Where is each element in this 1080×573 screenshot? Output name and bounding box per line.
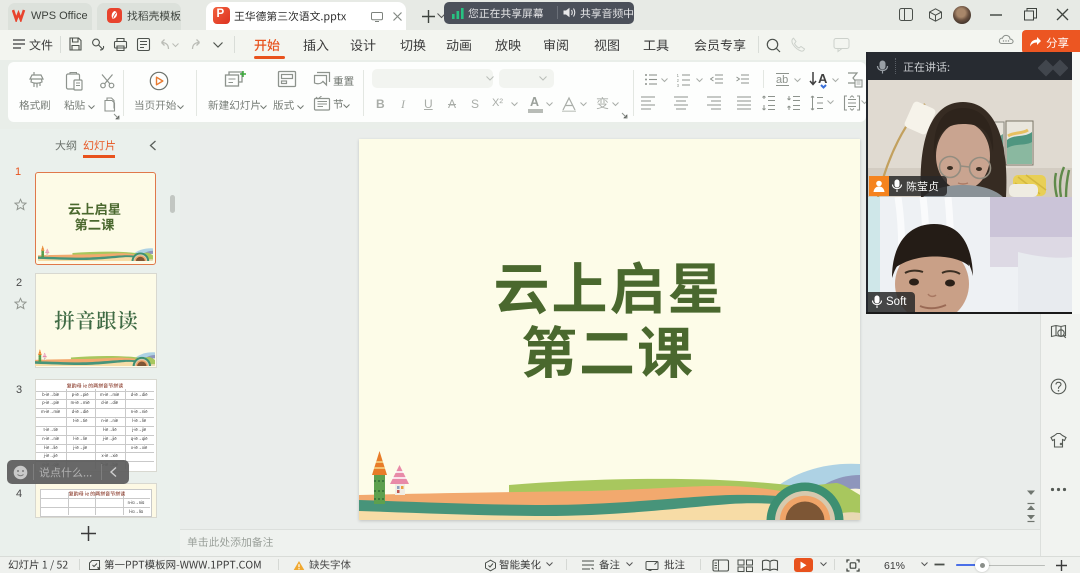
svg-text:ab: ab <box>776 74 788 86</box>
svg-text:3: 3 <box>677 83 680 87</box>
svg-text:A: A <box>818 71 828 86</box>
